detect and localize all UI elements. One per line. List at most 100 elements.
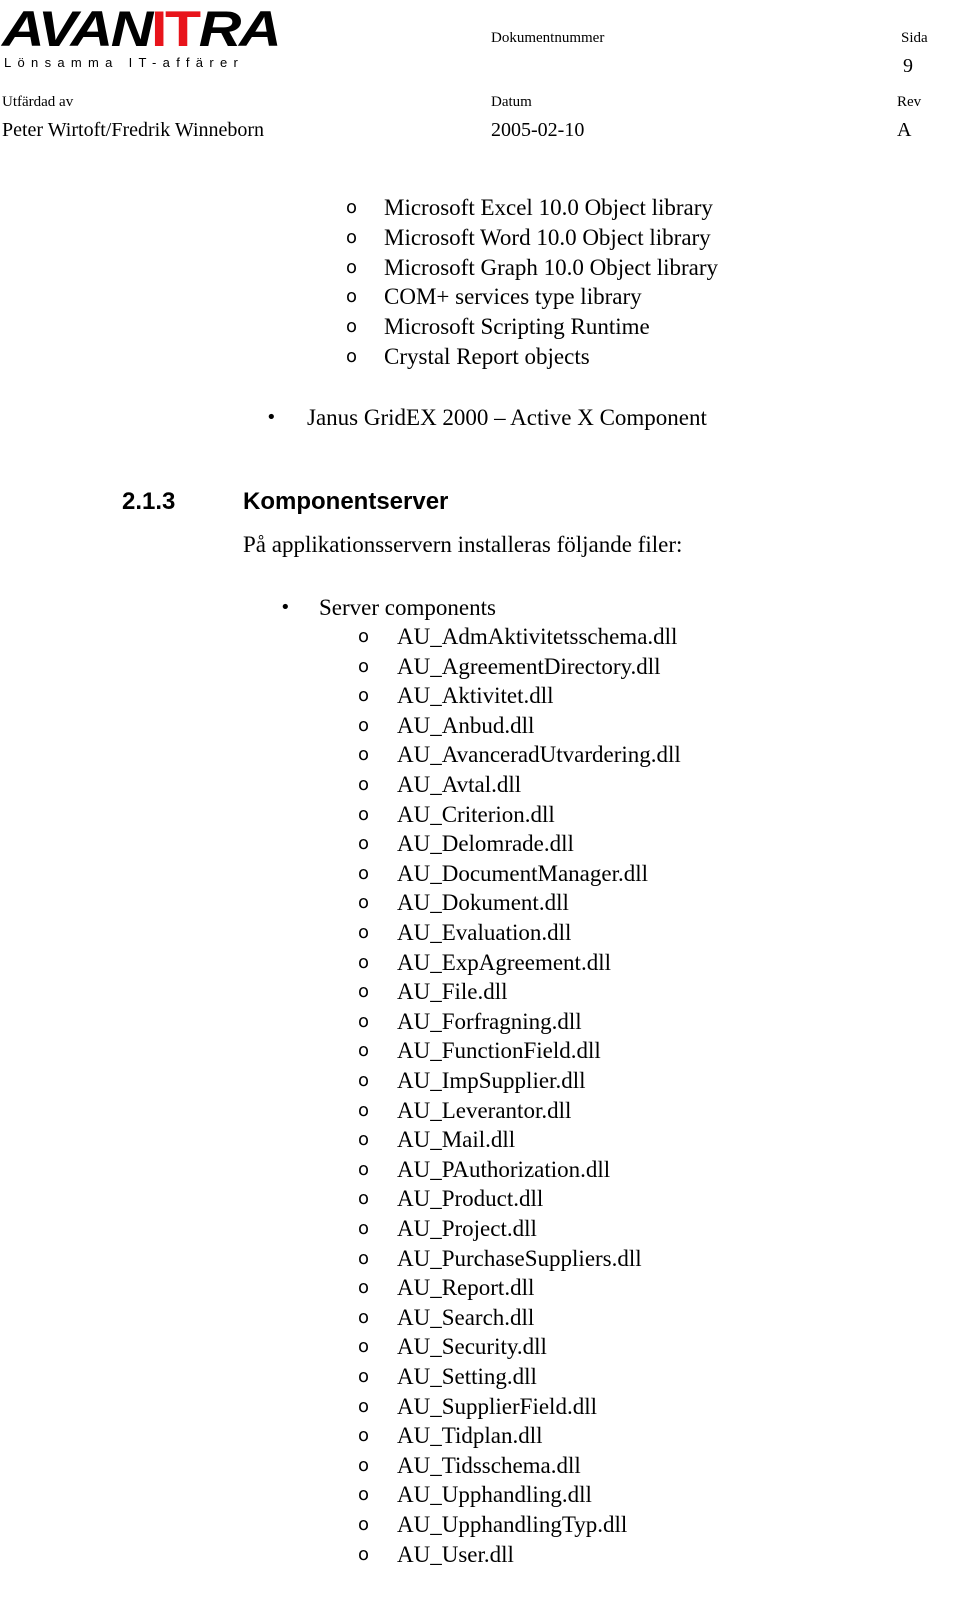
list-item: o AU_Evaluation.dll xyxy=(0,920,600,950)
hollow-bullet-icon: o xyxy=(358,1425,370,1446)
file-name: AU_Criterion.dll xyxy=(397,802,555,827)
hollow-bullet-icon: o xyxy=(358,1307,370,1328)
hollow-bullet-icon: o xyxy=(358,1484,370,1505)
file-name: AU_AdmAktivitetsschema.dll xyxy=(397,624,678,649)
hollow-bullet-icon: o xyxy=(358,715,370,736)
list-item: Microsoft Graph 10.0 Object library xyxy=(384,255,719,280)
list-item: o AU_Product.dll xyxy=(0,1186,600,1216)
list-item: o AU_SupplierField.dll xyxy=(0,1394,600,1424)
section-intro: På applikationsservern installeras följa… xyxy=(243,532,683,557)
issued-by-value: Peter Wirtoft/Fredrik Winneborn xyxy=(2,119,265,141)
list-item: o AU_PurchaseSuppliers.dll xyxy=(0,1246,642,1276)
file-name: AU_Upphandling.dll xyxy=(397,1482,592,1507)
hollow-bullet-icon: o xyxy=(346,197,358,218)
file-name: AU_Forfragning.dll xyxy=(397,1009,582,1034)
list-item: o AU_Delomrade.dll xyxy=(0,831,600,861)
file-name: AU_FunctionField.dll xyxy=(397,1038,601,1063)
list-item: o AU_Security.dll xyxy=(0,1334,600,1364)
list-item: Crystal Report objects xyxy=(384,344,590,369)
list-item: o AU_UpphandlingTyp.dll xyxy=(0,1512,627,1542)
file-name: AU_ExpAgreement.dll xyxy=(397,950,611,975)
file-name: AU_Project.dll xyxy=(397,1216,537,1241)
section-title: Komponentserver xyxy=(243,488,449,515)
hollow-bullet-icon: o xyxy=(358,685,370,706)
list-item: o AU_Project.dll xyxy=(0,1216,600,1246)
filled-bullet-icon: • xyxy=(266,407,277,428)
hollow-bullet-icon: o xyxy=(358,1129,370,1150)
list-item: Microsoft Word 10.0 Object library xyxy=(384,225,711,250)
logo-brand-highlight: IT xyxy=(150,1,201,57)
section-number: 2.1.3 xyxy=(122,488,176,515)
list-item: o AU_AdmAktivitetsschema.dll xyxy=(0,624,677,654)
list-item: Microsoft Scripting Runtime xyxy=(384,314,650,339)
server-components-label: Server components xyxy=(319,595,496,620)
list-item: o AU_FunctionField.dll xyxy=(0,1038,601,1068)
file-name: AU_PurchaseSuppliers.dll xyxy=(397,1246,642,1271)
file-name: AU_Tidsschema.dll xyxy=(397,1453,581,1478)
hollow-bullet-icon: o xyxy=(358,833,370,854)
list-item: o AU_Setting.dll xyxy=(0,1364,600,1394)
file-name: AU_PAuthorization.dll xyxy=(397,1157,611,1182)
list-item: o AU_User.dll xyxy=(0,1542,600,1572)
hollow-bullet-icon: o xyxy=(346,257,358,278)
file-name: AU_File.dll xyxy=(397,979,508,1004)
file-name: AU_Anbud.dll xyxy=(397,713,535,738)
file-name: AU_Evaluation.dll xyxy=(397,920,572,945)
list-item: o AU_Forfragning.dll xyxy=(0,1009,600,1039)
list-item: o AU_Aktivitet.dll xyxy=(0,683,600,713)
hollow-bullet-icon: o xyxy=(358,892,370,913)
list-item: o AU_Mail.dll xyxy=(0,1127,600,1157)
hollow-bullet-icon: o xyxy=(358,1514,370,1535)
list-item: o AU_ImpSupplier.dll xyxy=(0,1068,600,1098)
list-item: o AU_Avtal.dll xyxy=(0,772,600,802)
hollow-bullet-icon: o xyxy=(358,656,370,677)
hollow-bullet-icon: o xyxy=(346,286,358,307)
list-item: o AU_Upphandling.dll xyxy=(0,1482,600,1512)
file-name: AU_Setting.dll xyxy=(397,1364,537,1389)
filled-bullet-icon: • xyxy=(280,597,291,618)
hollow-bullet-icon: o xyxy=(358,1366,370,1387)
rev-label: Rev xyxy=(897,94,922,110)
hollow-bullet-icon: o xyxy=(358,1277,370,1298)
hollow-bullet-icon: o xyxy=(358,1544,370,1565)
list-item: o AU_Leverantor.dll xyxy=(0,1098,600,1128)
list-item: o AU_File.dll xyxy=(0,979,600,1009)
file-name: AU_Search.dll xyxy=(397,1305,535,1330)
file-name: AU_ImpSupplier.dll xyxy=(397,1068,586,1093)
list-item: o AU_Tidsschema.dll xyxy=(0,1453,600,1483)
hollow-bullet-icon: o xyxy=(358,774,370,795)
hollow-bullet-icon: o xyxy=(358,1100,370,1121)
list-item: o AU_PAuthorization.dll xyxy=(0,1157,610,1187)
list-item: o AU_Anbud.dll xyxy=(0,713,600,743)
file-name: AU_Delomrade.dll xyxy=(397,831,574,856)
issued-by-label: Utfärdad av xyxy=(2,94,74,110)
hollow-bullet-icon: o xyxy=(358,981,370,1002)
list-item: o AU_Tidplan.dll xyxy=(0,1423,600,1453)
hollow-bullet-icon: o xyxy=(358,626,370,647)
file-name: AU_Tidplan.dll xyxy=(397,1423,543,1448)
file-name: AU_Product.dll xyxy=(397,1186,544,1211)
hollow-bullet-icon: o xyxy=(358,1070,370,1091)
file-name: AU_Dokument.dll xyxy=(397,890,569,915)
file-name: AU_Aktivitet.dll xyxy=(397,683,554,708)
hollow-bullet-icon: o xyxy=(358,1011,370,1032)
file-name: AU_SupplierField.dll xyxy=(397,1394,597,1419)
hollow-bullet-icon: o xyxy=(358,1159,370,1180)
hollow-bullet-icon: o xyxy=(358,1396,370,1417)
hollow-bullet-icon: o xyxy=(346,346,358,367)
list-item: o AU_Criterion.dll xyxy=(0,802,600,832)
hollow-bullet-icon: o xyxy=(346,316,358,337)
file-name: AU_DocumentManager.dll xyxy=(397,861,649,886)
file-name: AU_Security.dll xyxy=(397,1334,547,1359)
company-logo: AVANITRA xyxy=(2,1,282,57)
list-item: Microsoft Excel 10.0 Object library xyxy=(384,195,713,220)
list-item: o AU_AgreementDirectory.dll xyxy=(0,654,661,684)
list-item: COM+ services type library xyxy=(384,284,642,309)
hollow-bullet-icon: o xyxy=(358,1248,370,1269)
list-item: o AU_Report.dll xyxy=(0,1275,600,1305)
hollow-bullet-icon: o xyxy=(358,952,370,973)
list-item: o AU_DocumentManager.dll xyxy=(0,861,648,891)
file-name: AU_AgreementDirectory.dll xyxy=(397,654,661,679)
hollow-bullet-icon: o xyxy=(358,863,370,884)
hollow-bullet-icon: o xyxy=(358,1455,370,1476)
